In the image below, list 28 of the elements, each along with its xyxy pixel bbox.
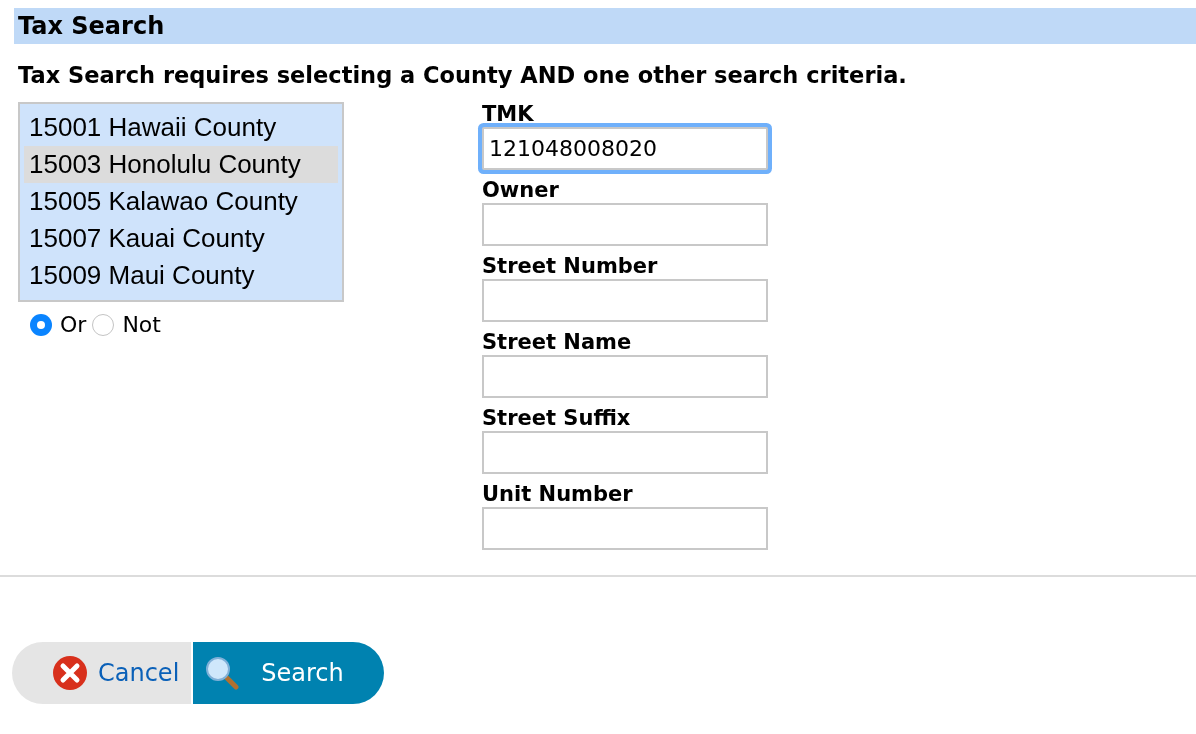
page-title: Tax Search <box>18 12 165 40</box>
instruction-text: Tax Search requires selecting a County AND one other search criteria. <box>18 62 908 88</box>
county-option[interactable]: 15009 Maui County <box>24 257 338 294</box>
county-option[interactable]: 15001 Hawaii County <box>24 109 338 146</box>
field-label: Street Name <box>482 330 633 354</box>
county-listbox[interactable]: 15001 Hawaii County 15003 Honolulu County 15005 Kalawao County 15007 Kauai County 15009 Maui County <box>18 102 344 302</box>
field-label: TMK <box>482 102 535 126</box>
radio-label: Or <box>60 312 87 337</box>
county-option[interactable]: 15003 Honolulu County <box>24 146 338 183</box>
text-field[interactable] <box>482 203 768 246</box>
text-field[interactable]: 121048008020 <box>482 127 768 170</box>
text-field[interactable] <box>482 507 768 550</box>
text-field[interactable] <box>482 355 768 398</box>
radio-button[interactable] <box>92 313 115 336</box>
radio-button[interactable] <box>30 313 52 336</box>
search-icon <box>205 656 240 690</box>
field-label: Street Number <box>482 254 659 278</box>
field-label: Owner <box>482 178 560 202</box>
county-option[interactable]: 15007 Kauai County <box>24 220 338 257</box>
search-button[interactable]: Search <box>193 642 384 704</box>
cancel-button[interactable]: Cancel <box>12 642 192 704</box>
text-field[interactable] <box>482 279 768 322</box>
field-label: Street Suffix <box>482 406 632 430</box>
field-label: Unit Number <box>482 482 634 506</box>
close-icon <box>52 655 88 691</box>
radio-label: Not <box>122 312 161 337</box>
county-option[interactable]: 15005 Kalawao County <box>24 183 338 220</box>
text-field[interactable] <box>482 431 768 474</box>
